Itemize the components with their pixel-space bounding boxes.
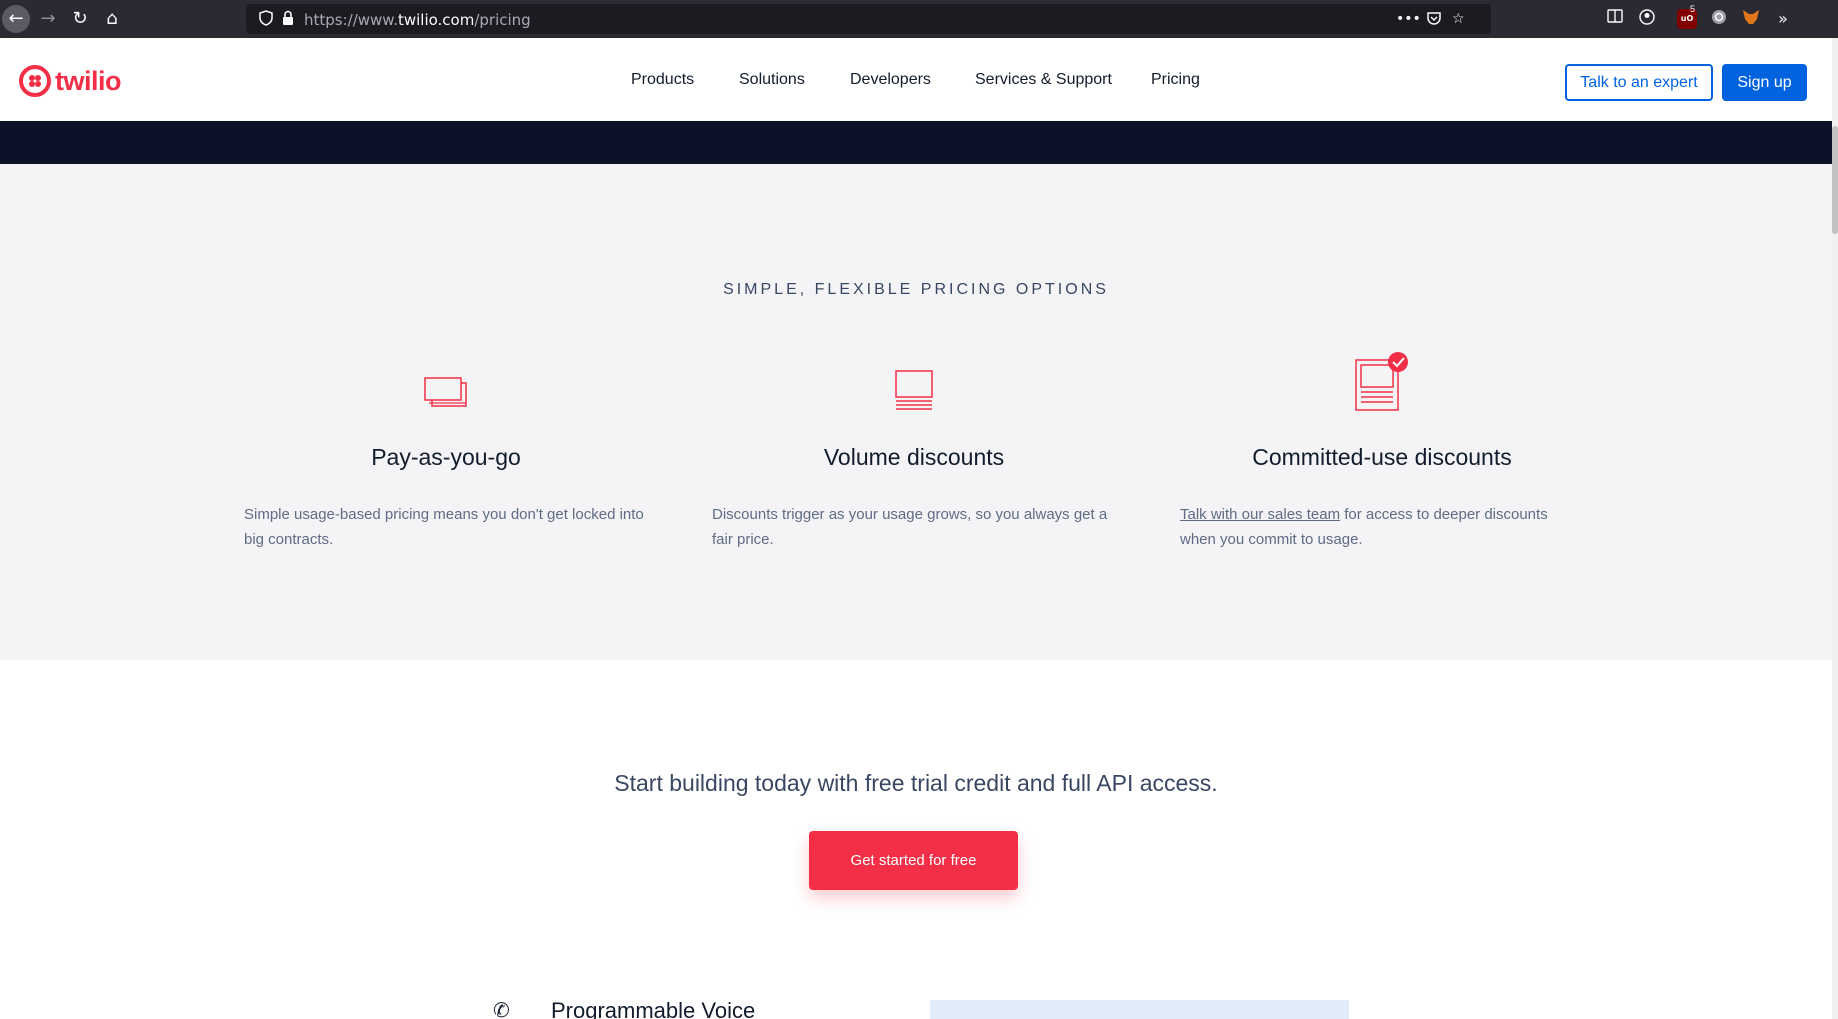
option-title: Committed-use discounts xyxy=(1252,444,1512,470)
url-text: https://www.twilio.com/pricing xyxy=(304,11,531,29)
talk-to-expert-button[interactable]: Talk to an expert xyxy=(1565,64,1713,101)
reload-icon[interactable]: ↻ xyxy=(66,5,94,33)
nav-services-support[interactable]: Services & Support xyxy=(975,71,1112,89)
sales-team-link[interactable]: Talk with our sales team xyxy=(1180,506,1340,523)
get-started-button[interactable]: Get started for free xyxy=(809,831,1018,890)
twilio-logo-icon xyxy=(19,65,51,97)
ublock-badge: 5 xyxy=(1690,4,1696,14)
overflow-chevron-icon[interactable]: » xyxy=(1773,9,1793,29)
pricing-options-section: SIMPLE, FLEXIBLE PRICING OPTIONS Pay-as-… xyxy=(0,164,1832,660)
page-scrollbar[interactable] xyxy=(1832,38,1838,1019)
option-description: Talk with our sales team for access to d… xyxy=(1180,502,1580,552)
nav-products[interactable]: Products xyxy=(631,71,694,89)
nav-solutions[interactable]: Solutions xyxy=(739,71,805,89)
twilio-logo[interactable]: twilio xyxy=(19,65,122,97)
lock-icon[interactable] xyxy=(280,10,296,28)
option-description: Simple usage-based pricing means you don… xyxy=(244,506,644,548)
forward-arrow-icon[interactable]: → xyxy=(34,5,62,33)
nav-developers[interactable]: Developers xyxy=(850,71,931,89)
sign-up-button[interactable]: Sign up xyxy=(1722,64,1807,101)
address-bar[interactable]: https://www.twilio.com/pricing ••• ☆ xyxy=(246,4,1491,34)
browser-toolbar: ← → ↻ ⌂ https://www.twilio.com/pricing •… xyxy=(0,0,1838,38)
hero-bottom-band xyxy=(0,121,1832,164)
stacked-document-icon xyxy=(895,370,933,415)
account-icon[interactable] xyxy=(1637,9,1657,29)
url-path: /pricing xyxy=(474,11,531,29)
reader-view-icon[interactable] xyxy=(1605,9,1625,29)
pocket-icon[interactable] xyxy=(1426,10,1442,31)
product-preview-panel xyxy=(930,1000,1349,1019)
logo-wordmark: twilio xyxy=(55,65,122,96)
phone-icon: ✆ xyxy=(493,998,510,1019)
product-title: Programmable Voice xyxy=(551,998,756,1019)
option-title: Pay-as-you-go xyxy=(371,444,521,470)
site-header: twilio Products Solutions Developers Ser… xyxy=(0,38,1832,121)
nav-pricing[interactable]: Pricing xyxy=(1151,71,1200,89)
scrollbar-thumb[interactable] xyxy=(1832,126,1838,234)
chat-bubbles-icon xyxy=(424,377,468,414)
more-actions-icon[interactable]: ••• xyxy=(1396,10,1421,28)
url-domain: twilio.com xyxy=(397,11,475,29)
checked-document-icon xyxy=(1354,350,1410,417)
star-bookmark-icon[interactable]: ☆ xyxy=(1452,10,1465,28)
home-icon[interactable]: ⌂ xyxy=(98,5,126,33)
extension-circle-icon[interactable] xyxy=(1709,9,1729,29)
cta-heading: Start building today with free trial cre… xyxy=(614,770,1218,796)
option-title: Volume discounts xyxy=(823,444,1005,470)
back-arrow-icon[interactable]: ← xyxy=(2,5,30,33)
section-eyebrow: SIMPLE, FLEXIBLE PRICING OPTIONS xyxy=(723,281,1109,298)
url-scheme: https://www. xyxy=(304,11,398,29)
metamask-fox-icon[interactable] xyxy=(1741,9,1761,29)
option-description: Discounts trigger as your usage grows, s… xyxy=(712,506,1108,548)
shield-icon[interactable] xyxy=(258,10,274,28)
